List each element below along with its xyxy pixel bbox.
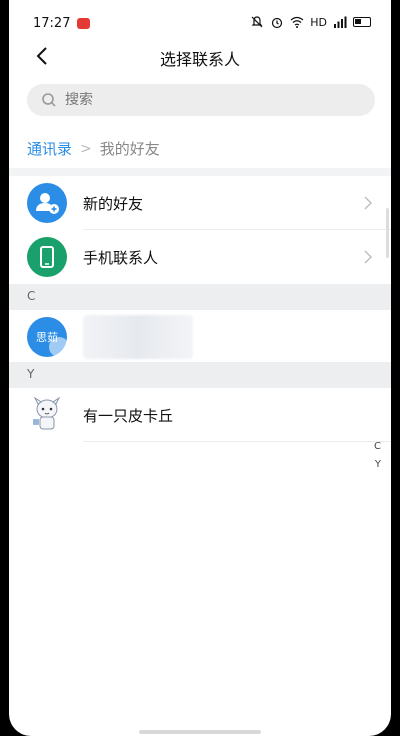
add-user-icon bbox=[27, 183, 67, 223]
wifi-icon bbox=[290, 16, 304, 28]
search-icon bbox=[42, 93, 56, 107]
index-letter-y[interactable]: Y bbox=[375, 459, 381, 470]
chevron-right-icon: > bbox=[80, 140, 92, 157]
section-letter: Y bbox=[27, 367, 35, 381]
section-divider bbox=[9, 168, 391, 176]
breadcrumb-root[interactable]: 通讯录 bbox=[27, 138, 72, 159]
search-bar[interactable] bbox=[27, 84, 375, 116]
section-header-c: C bbox=[9, 284, 391, 310]
section-letter: C bbox=[27, 289, 36, 303]
new-friends-label: 新的好友 bbox=[83, 195, 144, 213]
title-bar: 选择联系人 bbox=[9, 36, 391, 76]
page-title: 选择联系人 bbox=[159, 50, 240, 69]
phone-icon bbox=[27, 237, 67, 277]
avatar: 思茹 bbox=[27, 317, 69, 357]
breadcrumb-current: 我的好友 bbox=[99, 140, 160, 158]
blurred-name bbox=[83, 315, 193, 359]
home-indicator[interactable] bbox=[139, 730, 261, 734]
screen: 17:27 HD 选择联系人 通讯录 > 我的好友 新的好友 bbox=[9, 0, 391, 736]
alarm-icon bbox=[272, 17, 283, 29]
chevron-right-icon bbox=[364, 196, 372, 210]
signal-icon bbox=[334, 16, 347, 28]
row-divider bbox=[83, 441, 391, 442]
network-type: HD bbox=[310, 15, 327, 29]
contact-item[interactable]: 思茹 bbox=[9, 310, 391, 362]
phone-contacts-label: 手机联系人 bbox=[83, 249, 159, 267]
cartoon-avatar-icon bbox=[27, 395, 67, 435]
touch-indicator bbox=[49, 337, 69, 357]
new-friends-item[interactable]: 新的好友 bbox=[9, 176, 391, 230]
phone-contacts-item[interactable]: 手机联系人 bbox=[9, 230, 391, 284]
notification-badge-icon bbox=[77, 18, 90, 29]
battery-icon bbox=[353, 17, 371, 27]
status-time: 17:27 bbox=[33, 16, 71, 31]
contact-name: 有一只皮卡丘 bbox=[83, 407, 174, 425]
index-letter-c[interactable]: C bbox=[374, 441, 381, 452]
chevron-right-icon bbox=[364, 250, 372, 264]
scrollbar[interactable] bbox=[386, 208, 389, 258]
search-input[interactable] bbox=[65, 84, 355, 116]
breadcrumb: 通讯录 > 我的好友 bbox=[27, 138, 160, 159]
bell-mute-icon bbox=[251, 16, 263, 28]
section-header-y: Y bbox=[9, 362, 391, 388]
contact-item[interactable]: 有一只皮卡丘 bbox=[9, 388, 391, 442]
status-icons: HD bbox=[250, 15, 371, 29]
